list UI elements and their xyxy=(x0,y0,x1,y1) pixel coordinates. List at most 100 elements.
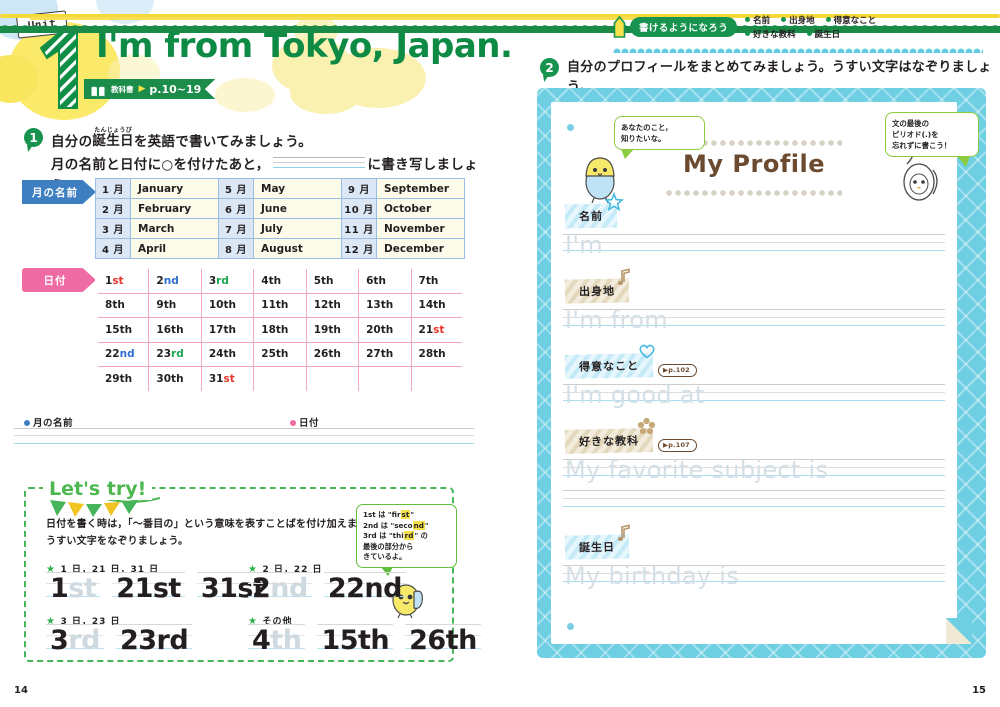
month-name-cell[interactable]: September xyxy=(376,178,465,199)
trace-word[interactable]: 2nd xyxy=(248,572,312,607)
month-name-cell[interactable]: May xyxy=(253,178,342,199)
date-cell[interactable]: 3rd xyxy=(200,268,255,294)
trace-word[interactable]: 15th xyxy=(317,624,393,659)
date-cell[interactable]: 30th xyxy=(148,366,202,391)
date-number: 26 xyxy=(313,348,329,361)
date-number: 19 xyxy=(313,323,329,336)
month-number-cell[interactable]: 1 月 xyxy=(95,178,131,199)
date-suffix: th xyxy=(119,372,133,385)
date-cell[interactable]: 16th xyxy=(148,317,202,343)
date-cell[interactable]: 29th xyxy=(98,366,150,391)
date-cell[interactable]: 13th xyxy=(358,292,412,318)
date-suffix: th xyxy=(425,274,439,287)
date-cell[interactable]: 12th xyxy=(305,292,360,318)
month-number-cell[interactable]: 2 月 xyxy=(95,198,131,219)
month-name-cell[interactable]: February xyxy=(130,198,219,219)
decor-dot-topleft xyxy=(567,124,574,131)
trace-ink-part: 4 xyxy=(252,625,271,656)
date-cell[interactable]: 20th xyxy=(358,317,412,343)
can-write-tag: 好きな教科 xyxy=(745,28,796,40)
month-number-cell[interactable]: 4 月 xyxy=(95,238,131,259)
date-suffix: th xyxy=(171,323,184,336)
date-cell[interactable]: 26th xyxy=(305,341,360,367)
speech-right-line3: 忘れずに書こう！ xyxy=(892,141,952,150)
can-write-tags-row2: 好きな教科 誕生日 xyxy=(745,28,876,40)
date-cell[interactable]: 22nd xyxy=(98,341,150,367)
date-cell[interactable]: 4th xyxy=(253,268,307,294)
trace-word[interactable]: 23rd xyxy=(116,624,192,659)
blue-dot-icon xyxy=(24,420,30,426)
month-name-cell[interactable]: October xyxy=(376,198,465,219)
month-name-cell[interactable]: March xyxy=(130,218,219,239)
answer-writing-lines[interactable] xyxy=(14,428,474,450)
month-name-cell[interactable]: August xyxy=(253,238,342,259)
date-cell[interactable]: 15th xyxy=(98,317,150,343)
date-cell[interactable]: 18th xyxy=(253,317,307,343)
page-number-right: 15 xyxy=(972,685,986,696)
date-cell[interactable] xyxy=(305,366,360,391)
month-number-cell[interactable]: 10 月 xyxy=(341,198,377,219)
month-number-cell[interactable]: 7 月 xyxy=(218,218,254,239)
date-cell[interactable] xyxy=(410,366,462,391)
date-cell[interactable]: 1st xyxy=(98,268,150,294)
date-cell[interactable]: 19th xyxy=(305,317,360,343)
month-number-cell[interactable]: 3 月 xyxy=(95,218,131,239)
corner-fold-decor xyxy=(946,618,972,644)
date-suffix: th xyxy=(380,299,394,312)
lets-try-desc-2: うすい文字をなぞりましょう。 xyxy=(46,536,189,547)
month-number-cell[interactable]: 8 月 xyxy=(218,238,254,259)
date-cell[interactable]: 28th xyxy=(410,341,462,367)
writing-line-extra[interactable] xyxy=(563,490,945,513)
month-name-cell[interactable]: January xyxy=(130,178,219,199)
date-cell[interactable]: 27th xyxy=(358,341,412,367)
month-names-tag-label: 月の名前 xyxy=(32,186,78,199)
date-cell[interactable]: 8th xyxy=(98,292,150,318)
writing-line[interactable] xyxy=(563,234,945,257)
date-cell[interactable]: 9th xyxy=(148,292,202,318)
month-number-cell[interactable]: 9 月 xyxy=(341,178,377,199)
date-cell[interactable]: 11th xyxy=(253,292,307,318)
date-cell[interactable]: 7th xyxy=(410,268,462,294)
trace-word[interactable]: 22nd xyxy=(324,572,406,607)
date-cell[interactable]: 17th xyxy=(200,317,255,343)
page-reference-badge[interactable]: ▶p.102 xyxy=(658,364,697,377)
date-cell[interactable]: 10th xyxy=(200,292,255,318)
month-name-cell[interactable]: December xyxy=(376,238,465,259)
date-cell[interactable]: 14th xyxy=(410,292,462,318)
month-name-cell[interactable]: April xyxy=(130,238,219,259)
date-number: 25 xyxy=(261,348,276,361)
can-write-badge-label: 書けるようになろう xyxy=(630,17,738,37)
month-number-cell[interactable]: 11 月 xyxy=(341,218,377,239)
trace-word[interactable]: 4th xyxy=(248,624,305,659)
month-name-cell[interactable]: June xyxy=(253,198,342,219)
trace-ink-part: 1 xyxy=(50,573,69,604)
date-cell[interactable]: 25th xyxy=(253,341,307,367)
date-suffix: th xyxy=(321,274,334,287)
date-cell[interactable] xyxy=(358,366,412,391)
date-cell[interactable]: 21st xyxy=(410,317,462,343)
month-name-cell[interactable]: July xyxy=(253,218,342,239)
date-cell[interactable]: 6th xyxy=(358,268,412,294)
month-number-cell[interactable]: 6 月 xyxy=(218,198,254,219)
write-blank[interactable] xyxy=(272,157,365,171)
month-name-cell[interactable]: November xyxy=(376,218,465,239)
date-cell[interactable]: 23rd xyxy=(148,341,202,367)
page-reference-badge[interactable]: ▶p.107 xyxy=(658,439,697,452)
trace-word[interactable]: 26th xyxy=(405,624,481,659)
date-cell[interactable]: 24th xyxy=(200,341,255,367)
date-number: 27 xyxy=(366,348,381,361)
month-number-cell[interactable]: 12 月 xyxy=(341,238,377,259)
date-cell[interactable]: 5th xyxy=(305,268,360,294)
trace-word[interactable]: 3rd xyxy=(46,624,104,659)
speech-left-line1: あなたのこと， xyxy=(621,123,673,132)
left-page: Unit I'm from Tokyo, Japan. xyxy=(0,0,1000,707)
date-cell[interactable] xyxy=(253,366,307,391)
trace-word[interactable]: 21st xyxy=(112,572,185,607)
trace-word[interactable]: 1st xyxy=(46,572,100,607)
date-number: 21 xyxy=(418,323,434,336)
date-cell[interactable]: 31st xyxy=(200,366,255,391)
date-cell[interactable]: 2nd xyxy=(148,268,202,294)
date-number: 2 xyxy=(156,274,164,287)
month-number-cell[interactable]: 5 月 xyxy=(218,178,254,199)
dates-tag: 日付 xyxy=(22,268,96,292)
